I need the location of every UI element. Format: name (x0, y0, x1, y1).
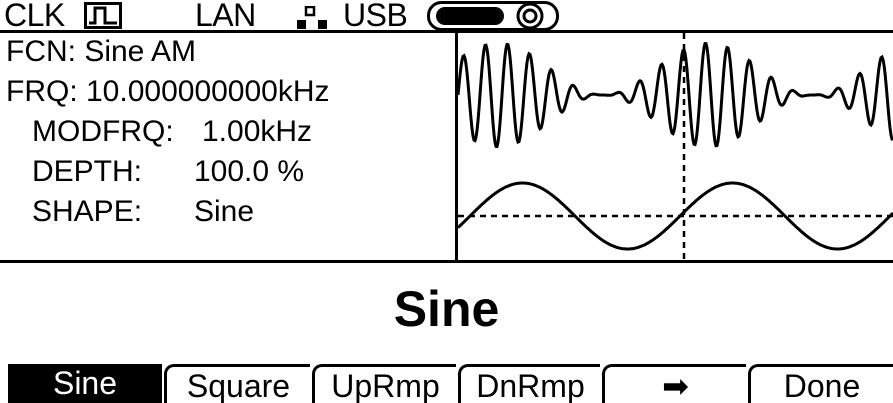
usb-label: USB (343, 0, 408, 33)
network-nodes-icon (297, 6, 327, 29)
shape-value: Sine (194, 195, 255, 228)
shape-label: SHAPE: (32, 195, 143, 228)
square-pulse-icon (84, 2, 122, 29)
clk-label: CLK (4, 0, 65, 33)
softkey-bar: Sine Square UpRmp DnRmp ➡ Done (0, 364, 893, 403)
function-line: FCN: Sine AM (6, 35, 197, 68)
modfrq-value: 1.00kHz (202, 115, 313, 148)
softkey-done[interactable]: Done (748, 364, 893, 403)
divider (0, 260, 893, 263)
modulation-waveform (458, 181, 893, 251)
softkey-sine[interactable]: Sine (8, 364, 162, 403)
carrier-waveform (458, 42, 893, 149)
generator-display: CLK LAN USB FCN: Sine AM FRQ: 10.0000000… (0, 0, 893, 403)
modfrq-label: MODFRQ: (32, 115, 174, 148)
depth-label: DEPTH: (32, 155, 143, 188)
status-bar: CLK LAN USB (0, 0, 893, 33)
waveform-graphic (458, 33, 893, 263)
selected-shape-title: Sine (393, 281, 500, 337)
softkey-dnrmp[interactable]: DnRmp (458, 364, 600, 403)
usb-connector-icon (427, 1, 559, 31)
waveform-preview (458, 33, 893, 263)
softkey-uprmp[interactable]: UpRmp (312, 364, 456, 403)
parameter-panel: FCN: Sine AM FRQ: 10.000000000kHz MODFRQ… (0, 33, 458, 263)
modfrq-line: MODFRQ: 1.00kHz (32, 116, 312, 148)
softkey-square[interactable]: Square (164, 364, 310, 403)
softkey-next[interactable]: ➡ (602, 364, 746, 403)
depth-value: 100.0 % (194, 155, 305, 188)
shape-line: SHAPE: Sine (32, 196, 254, 228)
frequency-line: FRQ: 10.000000000kHz (6, 75, 330, 108)
lan-label: LAN (195, 0, 256, 33)
right-arrow-icon: ➡ (662, 368, 689, 403)
depth-line: DEPTH: 100.0 % (32, 156, 304, 188)
